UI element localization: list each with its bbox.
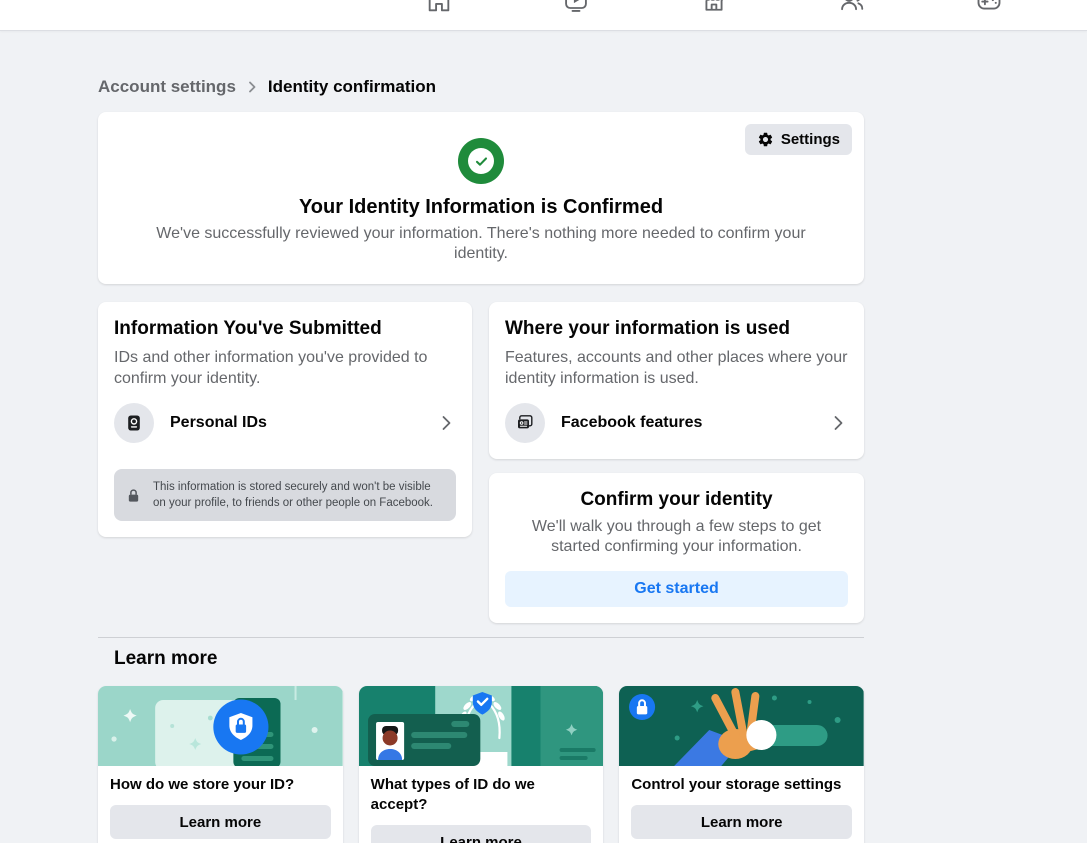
lock-icon (126, 488, 141, 503)
information-submitted-subtitle: IDs and other information you've provide… (114, 347, 456, 389)
id-card-illustration (359, 686, 604, 766)
information-submitted-title: Information You've Submitted (114, 318, 456, 340)
gaming-icon[interactable] (975, 0, 1003, 15)
facebook-features-row[interactable]: Facebook features (505, 403, 848, 443)
page-title: Your Identity Information is Confirmed (114, 196, 848, 219)
home-icon[interactable] (425, 0, 453, 15)
settings-button[interactable]: Settings (745, 124, 852, 155)
facebook-features-label: Facebook features (561, 414, 812, 432)
watch-icon[interactable] (562, 0, 590, 15)
confirm-identity-card: Confirm your identity We'll walk you thr… (489, 473, 864, 623)
marketplace-icon[interactable] (700, 0, 728, 15)
settings-button-label: Settings (781, 131, 840, 148)
information-usage-subtitle: Features, accounts and other places wher… (505, 347, 848, 389)
id-card-icon (114, 403, 154, 443)
learn-card-id-types[interactable]: What types of ID do we accept? Learn mor… (359, 686, 604, 843)
information-usage-title: Where your information is used (505, 318, 848, 340)
identity-confirmed-card: Settings Your Identity Information is Co… (98, 112, 864, 284)
storage-disclaimer: This information is stored securely and … (114, 469, 456, 521)
personal-ids-row[interactable]: Personal IDs (114, 403, 456, 443)
section-divider (98, 637, 864, 638)
breadcrumb: Account settings Identity confirmation (98, 75, 864, 99)
learn-card-title: What types of ID do we accept? (371, 775, 592, 815)
breadcrumb-identity-confirmation: Identity confirmation (268, 77, 436, 97)
settings-content: Account settings Identity confirmation S… (98, 75, 864, 843)
confirm-identity-subtitle: We'll walk you through a few steps to ge… (517, 517, 837, 557)
stacked-cards-icon (505, 403, 545, 443)
storage-disclaimer-text: This information is stored securely and … (153, 479, 444, 511)
page-subtitle: We've successfully reviewed your informa… (129, 224, 833, 264)
groups-icon[interactable] (838, 0, 866, 15)
learn-card-title: Control your storage settings (631, 775, 852, 795)
breadcrumb-account-settings[interactable]: Account settings (98, 77, 236, 97)
get-started-button[interactable]: Get started (505, 571, 848, 607)
confirmed-check-icon (458, 138, 504, 184)
learn-more-button[interactable]: Learn more (631, 805, 852, 839)
shield-lock-illustration (98, 686, 343, 766)
information-usage-card: Where your information is used Features,… (489, 302, 864, 459)
chevron-right-icon (244, 79, 260, 95)
gear-icon (757, 131, 774, 148)
toggle-hand-illustration (619, 686, 864, 766)
chevron-right-icon (436, 413, 456, 433)
learn-more-heading: Learn more (114, 648, 864, 670)
chevron-right-icon (828, 413, 848, 433)
learn-card-store-id[interactable]: How do we store your ID? Learn more (98, 686, 343, 843)
learn-card-storage-settings[interactable]: Control your storage settings Learn more (619, 686, 864, 843)
confirm-identity-title: Confirm your identity (505, 489, 848, 511)
information-submitted-card: Information You've Submitted IDs and oth… (98, 302, 472, 537)
learn-card-title: How do we store your ID? (110, 775, 331, 795)
personal-ids-label: Personal IDs (170, 414, 420, 432)
learn-more-button[interactable]: Learn more (371, 825, 592, 843)
top-navbar (0, 0, 1087, 31)
learn-more-button[interactable]: Learn more (110, 805, 331, 839)
